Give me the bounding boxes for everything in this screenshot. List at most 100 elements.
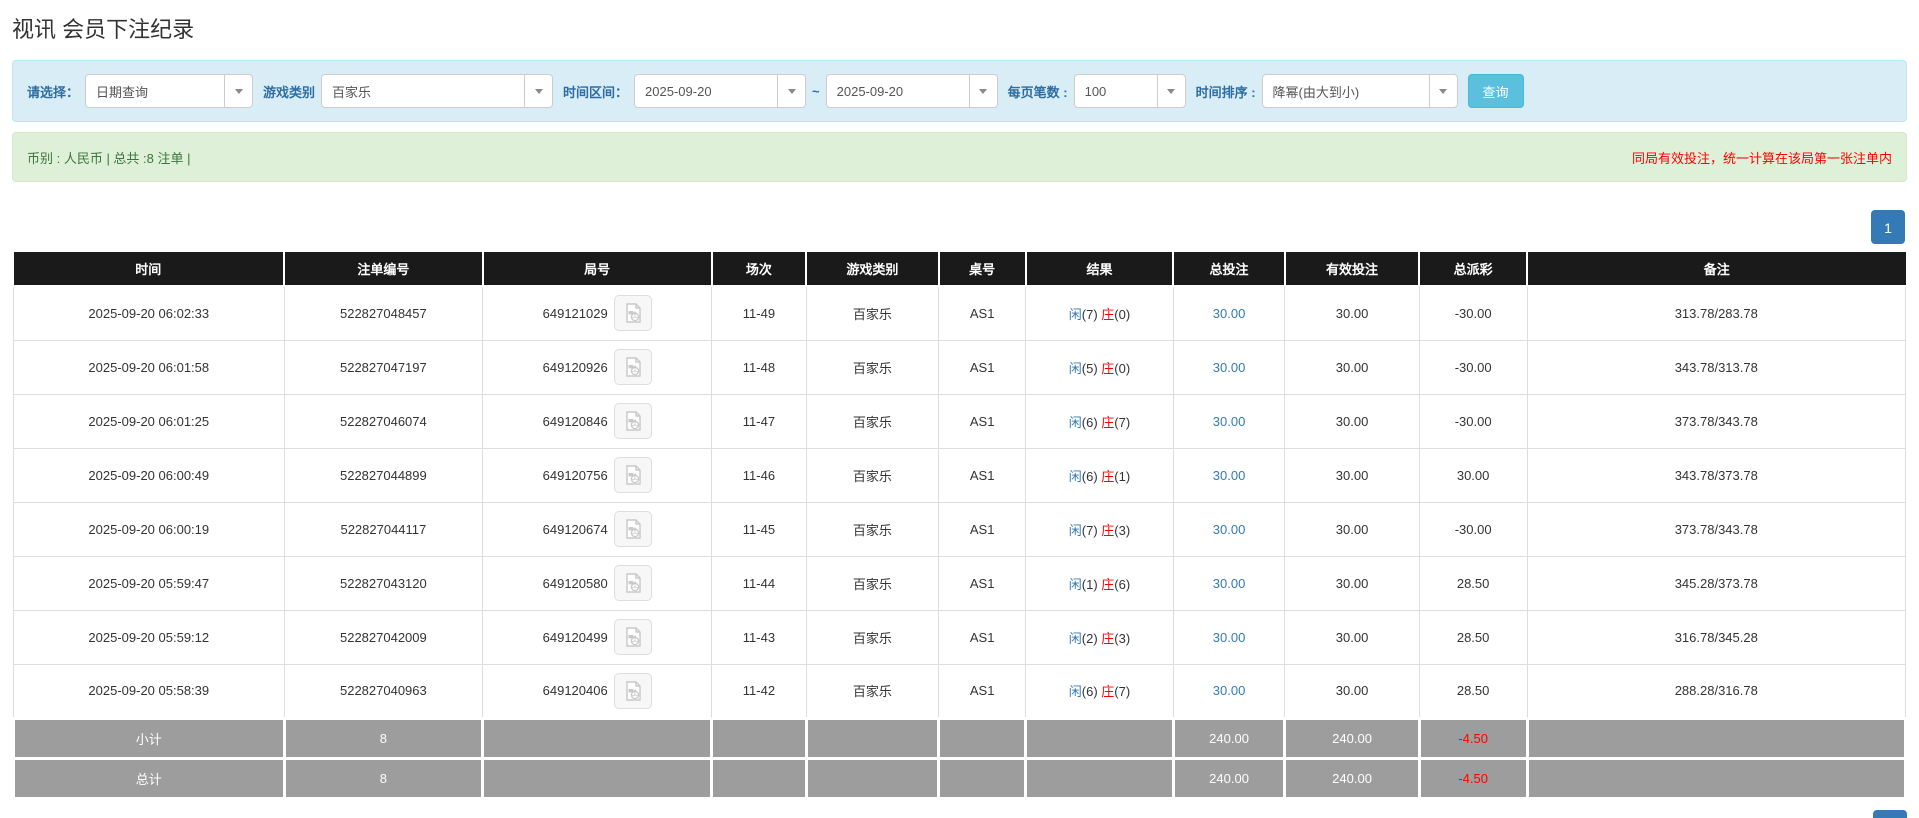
column-header: 场次 — [711, 252, 808, 287]
banker-result-label: 庄 — [1101, 630, 1115, 646]
session-cell: 11-46 — [711, 447, 807, 503]
session-cell: 11-45 — [711, 501, 807, 557]
game-type-cell: 百家乐 — [805, 609, 940, 665]
total-bet-link[interactable]: 30.00 — [1213, 360, 1246, 375]
total-bet-cell: 30.00 — [1172, 663, 1286, 719]
table-row: 2025-09-20 06:00:49 522827044899 6491207… — [13, 447, 1907, 503]
table-row: 2025-09-20 06:00:19 522827044117 6491206… — [13, 501, 1907, 557]
session-cell: 11-42 — [711, 663, 807, 719]
player-result-label: 闲 — [1068, 306, 1082, 322]
total-bet-link[interactable]: 30.00 — [1213, 683, 1246, 698]
column-header: 桌号 — [938, 252, 1027, 287]
column-header: 游戏类别 — [806, 252, 940, 287]
round-number-cell: 649120846 — [482, 393, 713, 449]
banker-result-label: 庄 — [1101, 468, 1115, 484]
player-result-value: (2) — [1081, 630, 1102, 646]
session-cell: 11-47 — [711, 393, 807, 449]
session-cell: 11-49 — [711, 285, 807, 341]
result-cell: 闲(6) 庄(1) — [1025, 447, 1174, 503]
time-cell: 2025-09-20 06:00:49 — [13, 447, 285, 503]
game-type-cell: 百家乐 — [805, 285, 940, 341]
video-replay-icon[interactable] — [613, 349, 652, 385]
banker-result-value: (0) — [1114, 306, 1131, 322]
session-cell: 11-48 — [711, 339, 807, 395]
bet-number-cell: 522827040963 — [283, 663, 484, 719]
time-sort-select[interactable]: 降幂(由大到小) — [1261, 74, 1458, 108]
total-bet-link[interactable]: 30.00 — [1213, 576, 1246, 591]
page-size-value: 100 — [1084, 83, 1107, 99]
table-number-cell: AS1 — [938, 501, 1027, 557]
summary-label-cell: 小计 — [12, 716, 286, 760]
banker-result-value: (7) — [1114, 684, 1131, 699]
video-replay-icon[interactable] — [613, 295, 652, 332]
page-size-select[interactable]: 100 — [1073, 74, 1186, 108]
time-cell: 2025-09-20 06:02:33 — [13, 285, 285, 341]
total-bet-cell: 30.00 — [1172, 501, 1286, 557]
table-header-row: 时间 注单编号 局号 场次 游戏类别 桌号 结果 总投注 有效投注 总派彩 备注 — [13, 252, 1906, 287]
total-bet-cell: 30.00 — [1172, 393, 1286, 449]
valid-bet-cell: 30.00 — [1284, 609, 1420, 665]
video-replay-icon[interactable] — [613, 457, 652, 493]
total-bet-link[interactable]: 30.00 — [1213, 630, 1246, 645]
column-header: 有效投注 — [1284, 252, 1421, 287]
chevron-down-icon — [777, 75, 805, 107]
remark-cell: 373.78/343.78 — [1526, 501, 1907, 557]
table-number-cell: AS1 — [938, 393, 1027, 449]
total-bet-link[interactable]: 30.00 — [1213, 522, 1246, 537]
banker-result-value: (3) — [1114, 522, 1131, 538]
time-range-label: 时间区间： — [563, 84, 629, 100]
chevron-down-icon — [524, 75, 552, 107]
table-row: 2025-09-20 05:58:39 522827040963 6491204… — [13, 663, 1907, 719]
player-result-value: (6) — [1081, 468, 1102, 484]
page: 视讯 会员下注纪录 请选择： 日期查询 游戏类别 百家乐 时间区间： 2025-… — [0, 0, 1919, 818]
summary-text: 币别 : 人民币 | 总共 :8 注单 | — [27, 150, 191, 166]
player-result-label: 闲 — [1068, 468, 1082, 484]
time-cell: 2025-09-20 05:59:47 — [13, 555, 285, 611]
result-cell: 闲(7) 庄(3) — [1025, 501, 1174, 557]
date-to-select[interactable]: 2025-09-20 — [825, 74, 998, 108]
game-category-select[interactable]: 百家乐 — [321, 74, 554, 108]
game-category-value: 百家乐 — [332, 84, 372, 100]
table-row: 2025-09-20 06:01:25 522827046074 6491208… — [13, 393, 1907, 449]
summary-bar: 币别 : 人民币 | 总共 :8 注单 | 同局有效投注，统一计算在该局第一张注… — [12, 132, 1907, 182]
result-cell: 闲(7) 庄(0) — [1025, 285, 1174, 341]
valid-bet-cell: 30.00 — [1284, 393, 1420, 449]
total-bet-link[interactable]: 30.00 — [1213, 306, 1246, 321]
query-type-select[interactable]: 日期查询 — [85, 74, 254, 108]
page-1-button[interactable]: 1 — [1871, 210, 1905, 244]
player-result-value: (7) — [1081, 522, 1102, 538]
time-range-separator: ~ — [812, 83, 820, 99]
video-replay-icon[interactable] — [613, 619, 652, 655]
video-replay-icon[interactable] — [613, 565, 652, 601]
banker-result-value: (0) — [1114, 360, 1131, 376]
payout-cell: -30.00 — [1418, 393, 1528, 449]
game-type-cell: 百家乐 — [805, 393, 940, 449]
result-cell: 闲(2) 庄(3) — [1025, 609, 1174, 665]
remark-cell: 313.78/283.78 — [1526, 285, 1907, 341]
chevron-down-icon — [224, 75, 252, 107]
banker-result-label: 庄 — [1101, 414, 1115, 430]
summary-valid-bet-cell: 240.00 — [1283, 716, 1421, 760]
table-number-cell: AS1 — [938, 285, 1027, 341]
round-number-cell: 649120580 — [482, 555, 713, 611]
date-from-select[interactable]: 2025-09-20 — [634, 74, 807, 108]
total-bet-cell: 30.00 — [1172, 555, 1286, 611]
video-replay-icon[interactable] — [613, 672, 652, 709]
video-replay-icon[interactable] — [613, 511, 652, 547]
round-number: 649120580 — [542, 575, 608, 591]
page-title: 视讯 会员下注纪录 — [12, 17, 195, 42]
player-result-label: 闲 — [1068, 684, 1082, 699]
total-bet-link[interactable]: 30.00 — [1213, 468, 1246, 483]
valid-bet-cell: 30.00 — [1284, 339, 1420, 395]
search-button[interactable]: 查询 — [1467, 74, 1524, 108]
page-1-button[interactable]: 1 — [1873, 809, 1907, 818]
valid-bet-cell: 30.00 — [1284, 663, 1420, 719]
table-number-cell: AS1 — [938, 663, 1027, 719]
game-type-cell: 百家乐 — [805, 447, 940, 503]
video-replay-icon[interactable] — [613, 403, 652, 439]
bet-number-cell: 522827044117 — [283, 501, 484, 557]
pagination-bottom: 1 — [12, 809, 1907, 818]
remark-cell: 343.78/373.78 — [1526, 447, 1907, 503]
total-bet-link[interactable]: 30.00 — [1213, 414, 1246, 429]
bet-number-cell: 522827046074 — [283, 393, 484, 449]
